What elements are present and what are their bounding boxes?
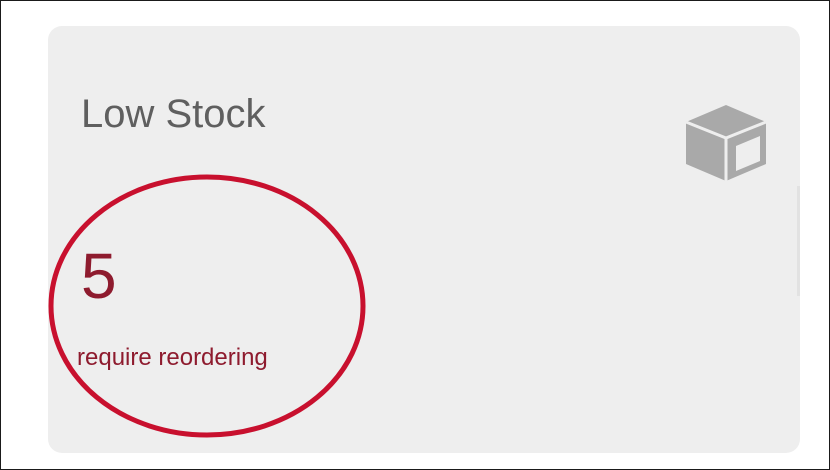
- screenshot-frame: Low Stock 5 require reordering: [0, 0, 830, 470]
- card-edge: [797, 186, 800, 296]
- low-stock-count: 5: [81, 240, 117, 312]
- low-stock-card[interactable]: Low Stock 5 require reordering: [48, 26, 800, 453]
- box-icon: [680, 101, 772, 183]
- card-title: Low Stock: [81, 92, 266, 136]
- metric-caption: require reordering: [77, 344, 268, 371]
